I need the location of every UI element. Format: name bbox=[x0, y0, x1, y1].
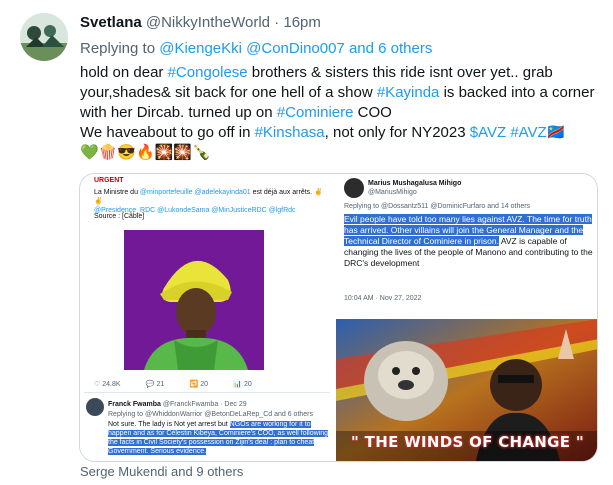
source-label: Source : [Câble] bbox=[94, 213, 145, 220]
tweet-text: hold on dear #Congolese brothers & siste… bbox=[80, 63, 605, 163]
tweet-header: Svetlana @NikkyIntheWorld · 16pm bbox=[80, 14, 321, 31]
marius-timestamp: 10:04 AM · Nov 27, 2022 bbox=[344, 295, 422, 302]
avatar-image bbox=[20, 13, 68, 61]
winds-of-change-banner: " THE WINDS OF CHANGE " bbox=[351, 433, 584, 451]
reply-avatar bbox=[86, 398, 104, 416]
stat-views: 20 bbox=[243, 381, 252, 388]
reply-header: Franck Fwamba @FranckFwamba · Dec 29 bbox=[108, 400, 247, 409]
caption-link: @minportefeuille @adelekayinda01 bbox=[139, 189, 251, 196]
marius-text: Evil people have told too many lies agai… bbox=[344, 214, 594, 269]
media-right-top-screenshot[interactable]: Marius Mushagalusa Mihigo @MariusMihigo … bbox=[336, 174, 597, 317]
marius-handle: @MariusMihigo bbox=[368, 189, 417, 196]
replying-prefix: Replying to bbox=[80, 40, 156, 57]
timestamp[interactable]: 16pm bbox=[283, 14, 321, 31]
divider bbox=[84, 392, 330, 393]
reply-name: Franck Fwamba bbox=[108, 401, 161, 408]
reply-to: Replying to @WhiddonWarrior @BetonDeLaRe… bbox=[108, 411, 314, 418]
text-segment: We haveabout to go off in bbox=[80, 124, 255, 141]
marius-name: Marius Mushagalusa Mihigo bbox=[368, 180, 462, 187]
caption-text: est déjà aux arrêts. bbox=[250, 189, 313, 196]
media-grid[interactable]: URGENT La Ministre du @minportefeuille @… bbox=[79, 173, 598, 462]
reply-text: Not sure. The lady is Not yet arrest but… bbox=[108, 420, 329, 456]
urgent-label: URGENT bbox=[94, 177, 124, 184]
separator: · bbox=[274, 14, 280, 31]
emoji-line: 💚🍿😎🔥🎇🎇🍾 bbox=[80, 144, 211, 161]
text-segment: COO bbox=[353, 104, 392, 121]
text-segment: hold on dear bbox=[80, 64, 168, 81]
hashtag-avz[interactable]: #AVZ bbox=[510, 124, 546, 141]
marius-replying: Replying to @Dossantz511 @DominicFurfaro… bbox=[344, 203, 531, 210]
reply-handle: @FranckFwamba · Dec 29 bbox=[162, 401, 247, 408]
stat-likes: 24.8K bbox=[102, 381, 121, 388]
caption-text: La Ministre du bbox=[94, 189, 140, 196]
replying-to-line: Replying to @KiengeKki @ConDino007 and 6… bbox=[80, 40, 432, 57]
left-stats: ♡ 24.8K 💬 21 🔁 20 📊 20 bbox=[94, 381, 252, 388]
stat-replies: 21 bbox=[156, 381, 165, 388]
marius-avatar bbox=[344, 178, 364, 198]
replying-to-link[interactable]: @KiengeKki @ConDino007 and 6 others bbox=[159, 40, 432, 57]
tagged-users[interactable]: Serge Mukendi and 9 others bbox=[80, 464, 243, 479]
flag-emoji: 🇨🇩 bbox=[546, 124, 566, 141]
display-name[interactable]: Svetlana bbox=[80, 14, 142, 31]
stat-retweets: 20 bbox=[200, 381, 209, 388]
avatar[interactable] bbox=[20, 13, 68, 61]
handle[interactable]: @NikkyIntheWorld bbox=[146, 14, 270, 31]
hashtag-kinshasa[interactable]: #Kinshasa bbox=[255, 124, 325, 141]
hashtag-congolese[interactable]: #Congolese bbox=[168, 64, 248, 81]
hashtag-cominiere[interactable]: #Cominiere bbox=[277, 104, 354, 121]
reply-text-plain: Not sure. The lady is Not yet arrest but bbox=[108, 421, 230, 428]
portrait-photo bbox=[124, 230, 264, 370]
text-segment: , not only for NY2023 bbox=[324, 124, 470, 141]
left-caption: La Ministre du @minportefeuille @adeleka… bbox=[94, 189, 323, 214]
media-right-bottom-image[interactable]: " THE WINDS OF CHANGE " bbox=[336, 319, 597, 461]
media-left-screenshot[interactable]: URGENT La Ministre du @minportefeuille @… bbox=[80, 174, 334, 461]
cashtag-avz[interactable]: $AVZ bbox=[470, 124, 506, 141]
hashtag-kayinda[interactable]: #Kayinda bbox=[377, 84, 440, 101]
